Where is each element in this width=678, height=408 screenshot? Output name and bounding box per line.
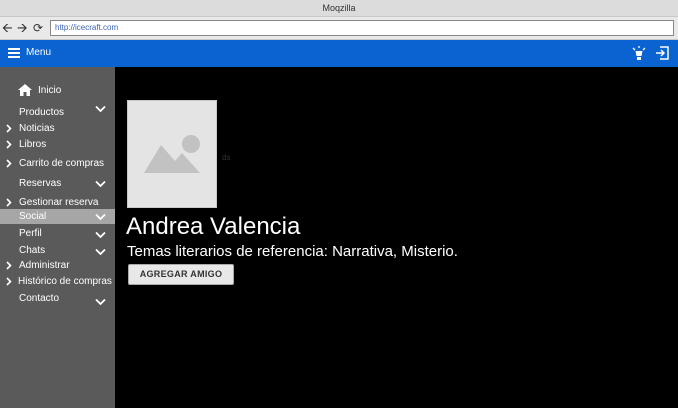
chevron-down-icon (95, 180, 106, 188)
chevron-down-icon (95, 231, 106, 239)
image-placeholder-icon (144, 135, 200, 173)
sidebar-item-label: Chats (19, 245, 46, 256)
sidebar-item-label: Reservas (19, 178, 62, 189)
sidebar-item-label: Contacto (19, 293, 60, 304)
profile-photo-placeholder (127, 100, 217, 208)
sidebar: Inicio Productos Noticias Libros Carrito… (0, 67, 115, 408)
lightbulb-icon[interactable] (632, 46, 646, 61)
chevron-right-icon (6, 198, 12, 207)
sidebar-item-contacto[interactable]: Contacto (0, 292, 115, 306)
logout-icon[interactable] (655, 46, 669, 60)
sidebar-item-inicio[interactable]: Inicio (0, 84, 115, 97)
sidebar-item-label: Gestionar reserva (19, 197, 99, 208)
sidebar-item-noticias[interactable]: Noticias (0, 122, 115, 135)
sidebar-item-administrar[interactable]: Administrar (0, 259, 115, 272)
sidebar-item-label: Administrar (19, 260, 70, 271)
sidebar-item-label: Social (19, 211, 47, 222)
sidebar-item-historico[interactable]: Histórico de compras (0, 275, 115, 288)
sidebar-item-carrito[interactable]: Carrito de compras (0, 157, 115, 170)
chevron-right-icon (6, 124, 12, 133)
sidebar-item-label: Libros (19, 139, 47, 150)
hamburger-icon[interactable] (8, 48, 20, 58)
chevron-right-icon (6, 159, 12, 168)
sidebar-item-label: Productos (19, 107, 65, 118)
sidebar-item-label: Noticias (19, 123, 55, 134)
forward-arrow-icon[interactable]: 🡪 (17, 19, 28, 37)
profile-name: Andrea Valencia (126, 213, 301, 240)
sidebar-item-label: Carrito de compras (19, 158, 105, 169)
chevron-down-icon (95, 213, 106, 221)
chevron-down-icon (95, 105, 106, 113)
chevron-right-icon (6, 277, 12, 286)
menu-label[interactable]: Menu (26, 47, 51, 58)
sidebar-item-label: Histórico de compras (18, 276, 112, 287)
sidebar-item-reservas[interactable]: Reservas (0, 177, 115, 190)
window-titlebar: Moqzilla (0, 0, 678, 17)
sidebar-item-gestionar-reserva[interactable]: Gestionar reserva (0, 196, 115, 209)
address-bar[interactable]: http://icecraft.com (50, 20, 674, 36)
home-icon (18, 84, 32, 96)
sidebar-item-productos[interactable]: Productos (0, 105, 115, 119)
chevron-down-icon (95, 248, 106, 256)
window-title: Moqzilla (322, 3, 356, 13)
chevron-right-icon (6, 140, 12, 149)
sidebar-item-social[interactable]: Social (0, 209, 115, 224)
chevron-down-icon (95, 298, 106, 306)
back-arrow-icon[interactable]: 🡨 (2, 19, 13, 37)
sidebar-item-chats[interactable]: Chats (0, 244, 115, 257)
add-friend-button[interactable]: AGREGAR AMIGO (128, 264, 234, 285)
sidebar-item-label: Inicio (38, 85, 62, 96)
sidebar-item-label: Perfil (19, 228, 42, 239)
reload-icon[interactable]: ⟳ (33, 19, 43, 37)
browser-toolbar: 🡨 🡪 ⟳ http://icecraft.com (0, 17, 678, 40)
profile-themes: Temas literarios de referencia: Narrativ… (127, 243, 458, 260)
chevron-right-icon (6, 261, 12, 270)
sidebar-item-libros[interactable]: Libros (0, 138, 115, 151)
main-content: ds Andrea Valencia Temas literarios de r… (115, 67, 678, 408)
image-alt-text: ds (222, 153, 231, 162)
app-header: Menu (0, 40, 678, 67)
sidebar-item-perfil[interactable]: Perfil (0, 227, 115, 240)
